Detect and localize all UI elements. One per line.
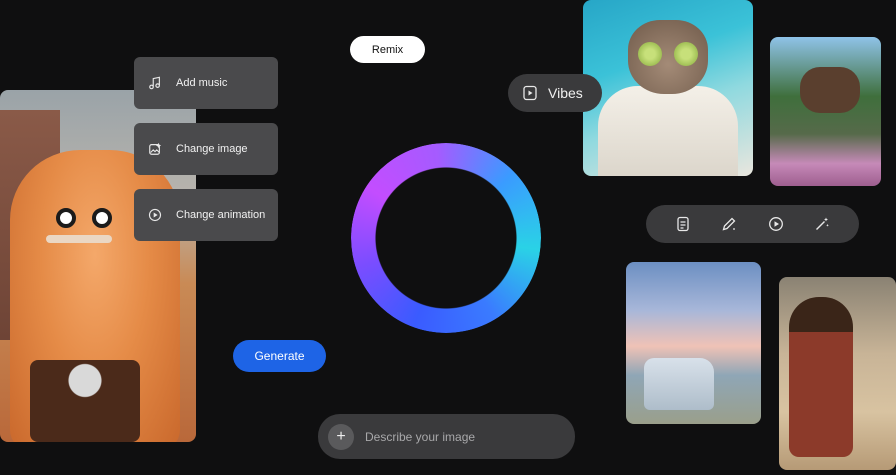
change-image-button[interactable]: Change image <box>134 123 278 175</box>
image-cat-cucumber-eyes <box>583 0 753 176</box>
moose-body <box>800 67 860 113</box>
prompt-bar: + <box>318 414 575 459</box>
van-shape <box>644 358 714 410</box>
music-note-icon <box>148 76 162 90</box>
remix-button[interactable]: Remix <box>350 36 425 63</box>
image-van-anime-sunset <box>626 262 761 424</box>
image-dancer-desert <box>779 277 896 470</box>
add-music-label: Add music <box>176 77 228 89</box>
play-square-icon <box>522 85 538 101</box>
image-moose-trampoline <box>770 37 881 186</box>
monster-eye-right <box>92 208 112 228</box>
monster-eye-left <box>56 208 76 228</box>
pencil-icon[interactable] <box>720 215 738 233</box>
change-animation-label: Change animation <box>176 209 266 221</box>
cucumber-left <box>638 42 662 66</box>
cucumber-right <box>674 42 698 66</box>
plus-icon[interactable]: + <box>328 423 354 450</box>
magic-wand-icon[interactable] <box>813 215 831 233</box>
describe-image-input[interactable] <box>365 429 555 444</box>
change-image-label: Change image <box>176 143 248 155</box>
play-circle-icon <box>148 208 162 222</box>
dancer-figure <box>789 297 853 457</box>
generate-button[interactable]: Generate <box>233 340 326 372</box>
monster-mouth <box>46 235 112 243</box>
motorcycle-shape <box>30 360 140 442</box>
remix-label: Remix <box>371 43 404 56</box>
image-edit-icon <box>148 142 162 156</box>
vibes-button[interactable]: Vibes <box>508 74 602 112</box>
robe-shape <box>598 86 738 176</box>
loading-ring <box>351 143 541 333</box>
vibes-label: Vibes <box>548 85 583 101</box>
add-music-button[interactable]: Add music <box>134 57 278 109</box>
edit-toolbar <box>646 205 859 243</box>
change-animation-button[interactable]: Change animation <box>134 189 278 241</box>
generate-label: Generate <box>254 349 305 363</box>
document-icon[interactable] <box>674 215 692 233</box>
play-circle-icon[interactable] <box>767 215 785 233</box>
